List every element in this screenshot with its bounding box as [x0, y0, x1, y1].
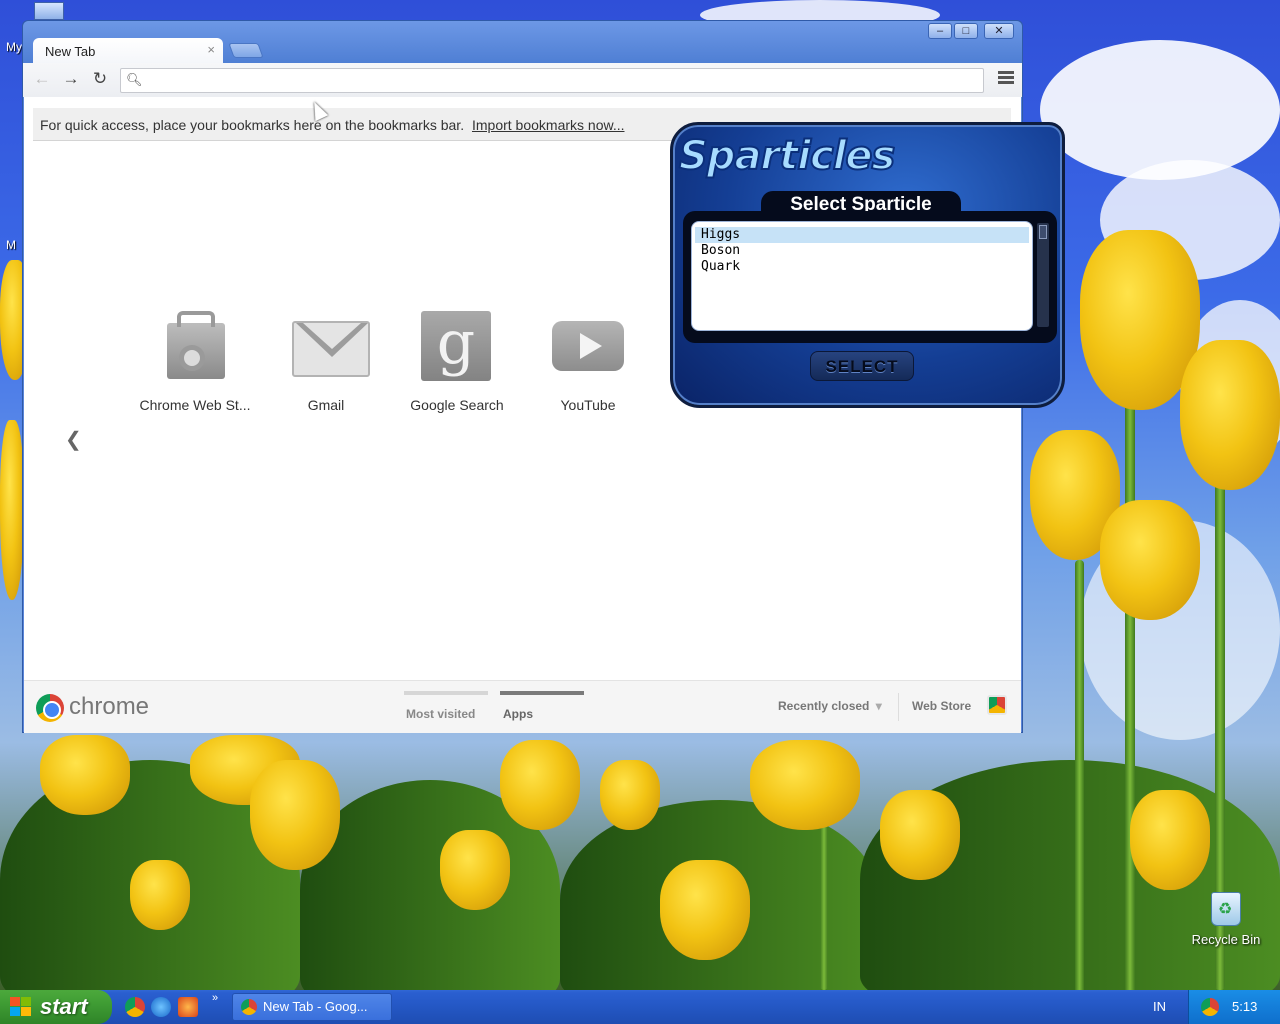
close-window-button[interactable]: ✕ [984, 23, 1014, 39]
clock[interactable]: 5:13 [1232, 999, 1257, 1014]
taskbar-button-new-tab[interactable]: New Tab - Goog... [232, 993, 392, 1021]
tulip [40, 735, 130, 815]
app-label: Gmail [307, 397, 345, 413]
search-icon: 🔍︎ [126, 72, 143, 87]
desktop-icon-top[interactable] [34, 2, 64, 20]
bookmark-bar-text: For quick access, place your bookmarks h… [40, 117, 465, 133]
web-store-label: Web Store [912, 699, 972, 713]
chrome-web-store-icon [159, 311, 231, 383]
import-bookmarks-link[interactable]: Import bookmarks now... [472, 117, 625, 133]
tulip [1130, 790, 1210, 890]
system-tray: 5:13 [1188, 990, 1280, 1024]
app-label: Google Search [410, 397, 504, 413]
gmail-icon [290, 311, 370, 383]
start-label: start [40, 994, 88, 1019]
previous-page-arrow-icon[interactable]: ❮ [65, 427, 82, 452]
sparticles-widget: Sparticles Select Sparticle Higgs Boson … [670, 122, 1065, 408]
scrollbar-thumb[interactable] [1039, 225, 1047, 239]
recently-closed-menu[interactable]: Recently closed ▾ [778, 699, 882, 713]
tab-title: New Tab [45, 44, 96, 59]
chrome-logo-text: chrome [69, 693, 150, 720]
omnibox[interactable]: 🔍︎ [120, 68, 984, 93]
cloud [1040, 40, 1280, 180]
tulip [130, 860, 190, 930]
taskbar-button-label: New Tab - Goog... [263, 999, 368, 1014]
tulip [1100, 500, 1200, 620]
new-tab-footer: chrome Most visited Apps Recently closed… [24, 680, 1021, 733]
chevron-down-icon: ▾ [875, 699, 882, 713]
language-indicator[interactable]: IN [1153, 999, 1166, 1014]
windows-flag-icon [10, 997, 32, 1017]
desktop-icon-my-documents[interactable]: M [6, 238, 16, 252]
tab-apps[interactable]: Apps [500, 691, 584, 721]
firefox-icon[interactable] [178, 997, 198, 1017]
desktop-icon-my-computer[interactable]: My [6, 40, 22, 54]
recycle-bin-icon [1211, 892, 1241, 926]
new-tab-button[interactable] [228, 43, 264, 58]
tulip [1180, 340, 1280, 490]
chrome-icon [241, 999, 257, 1015]
recycle-bin-label: Recycle Bin [1191, 932, 1261, 947]
tab-close-icon[interactable]: × [207, 42, 215, 57]
sparticle-list-scrollbar[interactable] [1037, 223, 1049, 327]
tulip [440, 830, 510, 910]
internet-explorer-icon[interactable] [151, 997, 171, 1017]
app-label: Chrome Web St... [139, 397, 251, 413]
app-youtube[interactable]: YouTube [528, 311, 648, 413]
tulip [600, 760, 660, 830]
tab-new-tab[interactable]: New Tab × [33, 38, 223, 64]
minimize-button[interactable]: – [928, 23, 952, 39]
tulip [750, 740, 860, 830]
desktop-icon-label: My [6, 40, 22, 54]
reload-icon[interactable]: ↻ [89, 69, 111, 91]
google-search-icon: g [421, 309, 493, 383]
tulip [660, 860, 750, 960]
chrome-menu-icon[interactable] [998, 71, 1014, 87]
tab-most-visited-label: Most visited [406, 707, 476, 721]
sparticle-option-quark[interactable]: Quark [695, 259, 1029, 275]
toolbar: ← → ↻ 🔍︎ [23, 63, 1022, 97]
app-label: YouTube [560, 397, 616, 413]
select-button[interactable]: SELECT [810, 351, 914, 381]
sparticle-option-boson[interactable]: Boson [695, 243, 1029, 259]
stem [1125, 400, 1135, 990]
title-bar[interactable]: New Tab × – □ ✕ [23, 21, 1022, 64]
chrome-tray-icon[interactable] [1201, 998, 1219, 1016]
youtube-icon [552, 311, 624, 383]
tab-indicator [404, 691, 488, 695]
tulip [880, 790, 960, 880]
tulip [0, 420, 24, 600]
forward-arrow-icon[interactable]: → [60, 69, 82, 91]
tab-most-visited[interactable]: Most visited [404, 691, 488, 721]
app-chrome-web-store[interactable]: Chrome Web St... [135, 311, 255, 413]
tab-apps-label: Apps [503, 707, 533, 721]
sparticle-list-frame: Higgs Boson Quark [683, 211, 1057, 343]
omnibox-input[interactable] [145, 71, 975, 90]
stem [1075, 560, 1084, 990]
maximize-button[interactable]: □ [954, 23, 978, 39]
quick-launch-overflow-icon[interactable]: » [212, 992, 218, 1004]
sparticle-option-higgs[interactable]: Higgs [695, 227, 1029, 243]
tulip [250, 760, 340, 870]
sparticles-logo: Sparticles [678, 132, 896, 180]
footer-divider [898, 693, 899, 721]
recycle-bin[interactable]: Recycle Bin [1186, 892, 1266, 947]
taskbar: start » New Tab - Goog... IN 5:13 [0, 990, 1280, 1024]
web-store-icon[interactable] [987, 695, 1007, 715]
start-button[interactable]: start [0, 990, 112, 1024]
web-store-link[interactable]: Web Store [912, 699, 971, 713]
tulip [500, 740, 580, 830]
back-arrow-icon[interactable]: ← [31, 69, 53, 91]
chrome-quicklaunch-icon[interactable] [125, 997, 145, 1017]
desktop-icon-label: M [6, 238, 16, 252]
sparticle-listbox[interactable]: Higgs Boson Quark [691, 221, 1033, 331]
app-google-search[interactable]: g Google Search [397, 309, 517, 413]
recently-closed-label: Recently closed [778, 699, 870, 713]
tab-indicator-active [500, 691, 584, 695]
chrome-logo-icon [36, 694, 64, 722]
app-gmail[interactable]: Gmail [266, 311, 386, 413]
